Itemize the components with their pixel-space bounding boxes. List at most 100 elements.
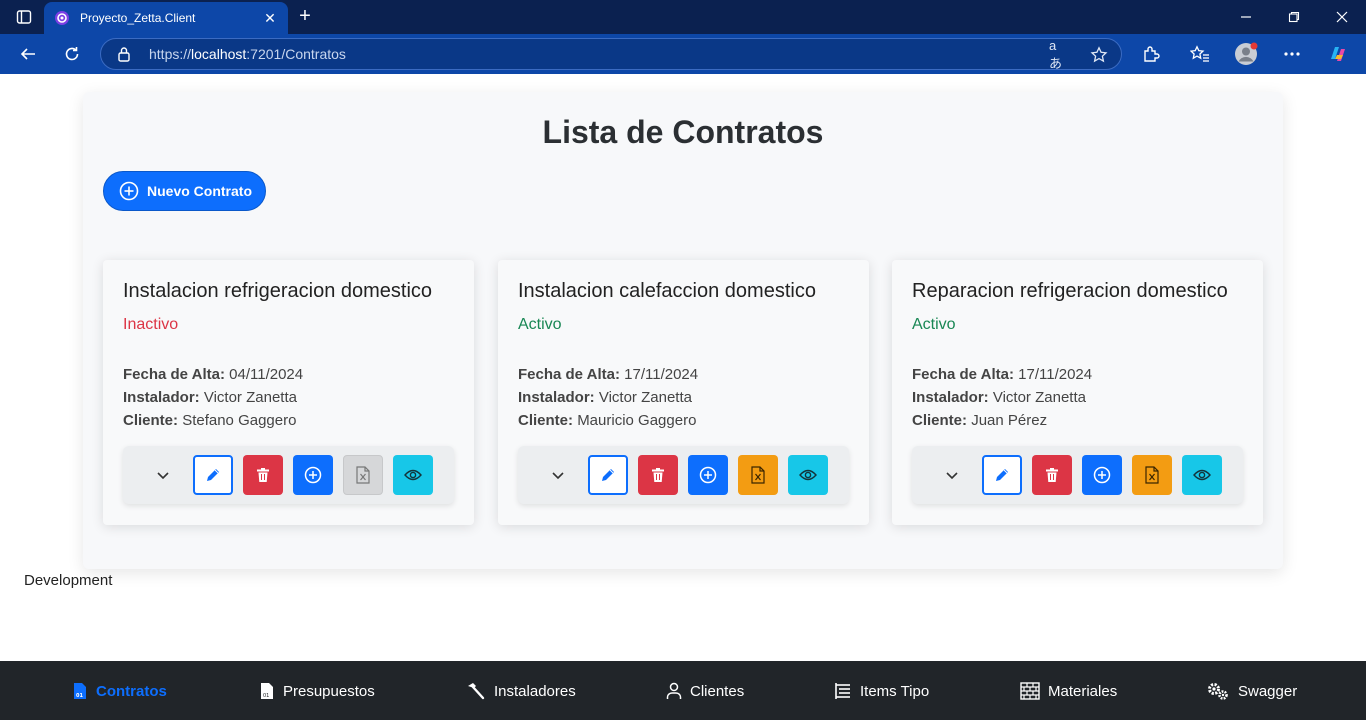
copilot-icon[interactable] bbox=[1326, 42, 1350, 66]
contract-actions bbox=[912, 446, 1243, 504]
contract-status: Activo bbox=[518, 316, 562, 333]
nav-item-instaladores[interactable]: Instaladores bbox=[466, 681, 576, 701]
new-contract-label: Nuevo Contrato bbox=[147, 183, 252, 199]
view-button[interactable] bbox=[788, 455, 828, 495]
fecha-label: Fecha de Alta: bbox=[518, 366, 620, 383]
extensions-icon[interactable] bbox=[1139, 42, 1163, 66]
edit-button[interactable] bbox=[982, 455, 1022, 495]
fecha-label: Fecha de Alta: bbox=[123, 366, 225, 383]
hammer-icon bbox=[468, 683, 485, 700]
contract-title: Reparacion refrigeracion domestico bbox=[912, 280, 1228, 302]
view-button[interactable] bbox=[393, 455, 433, 495]
edit-button[interactable] bbox=[193, 455, 233, 495]
tab-actions-icon[interactable] bbox=[12, 7, 36, 27]
page-title: Lista de Contratos bbox=[542, 114, 824, 150]
chevron-down-icon bbox=[552, 472, 564, 480]
edit-button[interactable] bbox=[588, 455, 628, 495]
nav-item-presupuestos[interactable]: 01 Presupuestos bbox=[259, 681, 375, 701]
chevron-down-icon bbox=[946, 472, 958, 480]
svg-text:01: 01 bbox=[76, 693, 83, 699]
nav-item-swagger[interactable]: Swagger bbox=[1206, 681, 1297, 701]
contract-details: Fecha de Alta: 04/11/2024 Instalador: Vi… bbox=[123, 363, 303, 432]
add-item-button[interactable] bbox=[688, 455, 728, 495]
more-menu-icon[interactable] bbox=[1280, 42, 1304, 66]
delete-button[interactable] bbox=[638, 455, 678, 495]
contract-status: Activo bbox=[912, 316, 956, 333]
browser-tab-active[interactable]: Proyecto_Zetta.Client ✕ bbox=[44, 2, 288, 34]
pencil-icon bbox=[207, 469, 219, 481]
url-text: https://localhost:7201/Contratos bbox=[149, 46, 346, 62]
nav-label: Presupuestos bbox=[283, 682, 375, 700]
person-icon bbox=[666, 682, 682, 699]
bottom-navigation: 01 Contratos 01 Presupuestos Instaladore… bbox=[0, 661, 1366, 720]
window-controls bbox=[1222, 0, 1366, 34]
pencil-icon bbox=[996, 469, 1008, 481]
nav-item-clientes[interactable]: Clientes bbox=[666, 681, 744, 701]
url-input[interactable]: https://localhost:7201/Contratos aあ bbox=[100, 38, 1122, 71]
instalador-label: Instalador: bbox=[912, 389, 989, 406]
plus-circle-icon bbox=[699, 466, 717, 484]
expand-chevron-button[interactable] bbox=[538, 455, 578, 495]
browser-address-bar: https://localhost:7201/Contratos aあ bbox=[0, 34, 1366, 74]
add-item-button[interactable] bbox=[293, 455, 333, 495]
tab-title: Proyecto_Zetta.Client bbox=[80, 11, 196, 25]
eye-icon bbox=[799, 469, 817, 481]
plus-circle-icon bbox=[304, 466, 322, 484]
nav-item-items-tipo[interactable]: Items Tipo bbox=[834, 681, 929, 701]
nav-label: Items Tipo bbox=[860, 682, 930, 700]
instalador-label: Instalador: bbox=[123, 389, 200, 406]
gears-icon bbox=[1208, 683, 1228, 700]
view-button[interactable] bbox=[1182, 455, 1222, 495]
favorites-icon[interactable] bbox=[1188, 42, 1212, 66]
instalador-value: Victor Zanetta bbox=[598, 389, 692, 406]
contract-details: Fecha de Alta: 17/11/2024 Instalador: Vi… bbox=[518, 363, 698, 432]
bricks-icon bbox=[1020, 682, 1040, 700]
close-window-icon[interactable] bbox=[1318, 0, 1366, 34]
restore-icon[interactable] bbox=[1270, 0, 1318, 34]
trash-icon bbox=[652, 468, 664, 482]
nav-label: Materiales bbox=[1048, 682, 1118, 700]
nav-item-materiales[interactable]: Materiales bbox=[1020, 681, 1117, 701]
plus-circle-icon bbox=[1093, 466, 1111, 484]
add-item-button[interactable] bbox=[1082, 455, 1122, 495]
contracts-panel: Lista de Contratos Nuevo Contrato Instal… bbox=[83, 92, 1283, 569]
instalador-value: Victor Zanetta bbox=[203, 389, 297, 406]
cliente-label: Cliente: bbox=[518, 412, 574, 429]
contract-actions bbox=[518, 446, 849, 504]
contract-title: Instalacion refrigeracion domestico bbox=[123, 280, 433, 302]
expand-chevron-button[interactable] bbox=[932, 455, 972, 495]
pdf-export-button[interactable] bbox=[738, 455, 778, 495]
contract-icon: 01 bbox=[74, 683, 86, 699]
new-tab-icon[interactable]: + bbox=[294, 5, 316, 27]
list-tree-icon bbox=[835, 683, 850, 699]
pdf-export-button[interactable] bbox=[343, 455, 383, 495]
cliente-value: Mauricio Gaggero bbox=[577, 412, 697, 429]
budget-icon: 01 bbox=[261, 683, 273, 699]
pdf-export-button[interactable] bbox=[1132, 455, 1172, 495]
cliente-value: Juan Pérez bbox=[971, 412, 1048, 429]
lock-icon[interactable] bbox=[117, 46, 133, 62]
profile-avatar-icon[interactable] bbox=[1234, 42, 1258, 66]
cliente-label: Cliente: bbox=[912, 412, 968, 429]
minimize-icon[interactable] bbox=[1222, 0, 1270, 34]
back-arrow-icon[interactable] bbox=[14, 40, 42, 68]
delete-button[interactable] bbox=[1032, 455, 1072, 495]
file-x-icon bbox=[751, 466, 765, 484]
new-contract-button[interactable]: Nuevo Contrato bbox=[103, 171, 266, 211]
trash-icon bbox=[1046, 468, 1058, 482]
delete-button[interactable] bbox=[243, 455, 283, 495]
favorite-star-icon[interactable] bbox=[1089, 45, 1109, 65]
contract-title: Instalacion calefaccion domestico bbox=[518, 280, 816, 302]
expand-chevron-button[interactable] bbox=[143, 455, 183, 495]
chevron-down-icon bbox=[157, 472, 169, 480]
instalador-value: Victor Zanetta bbox=[992, 389, 1086, 406]
read-aloud-icon[interactable]: aあ bbox=[1049, 38, 1069, 71]
browser-tab-bar: Proyecto_Zetta.Client ✕ + bbox=[0, 0, 1366, 34]
file-x-icon bbox=[1145, 466, 1159, 484]
instalador-label: Instalador: bbox=[518, 389, 595, 406]
fecha-value: 17/11/2024 bbox=[624, 366, 699, 383]
nav-item-contratos[interactable]: 01 Contratos bbox=[72, 681, 167, 701]
close-tab-icon[interactable]: ✕ bbox=[262, 10, 278, 27]
refresh-icon[interactable] bbox=[58, 40, 86, 68]
contract-card: Instalacion refrigeracion domestico Inac… bbox=[103, 260, 474, 525]
